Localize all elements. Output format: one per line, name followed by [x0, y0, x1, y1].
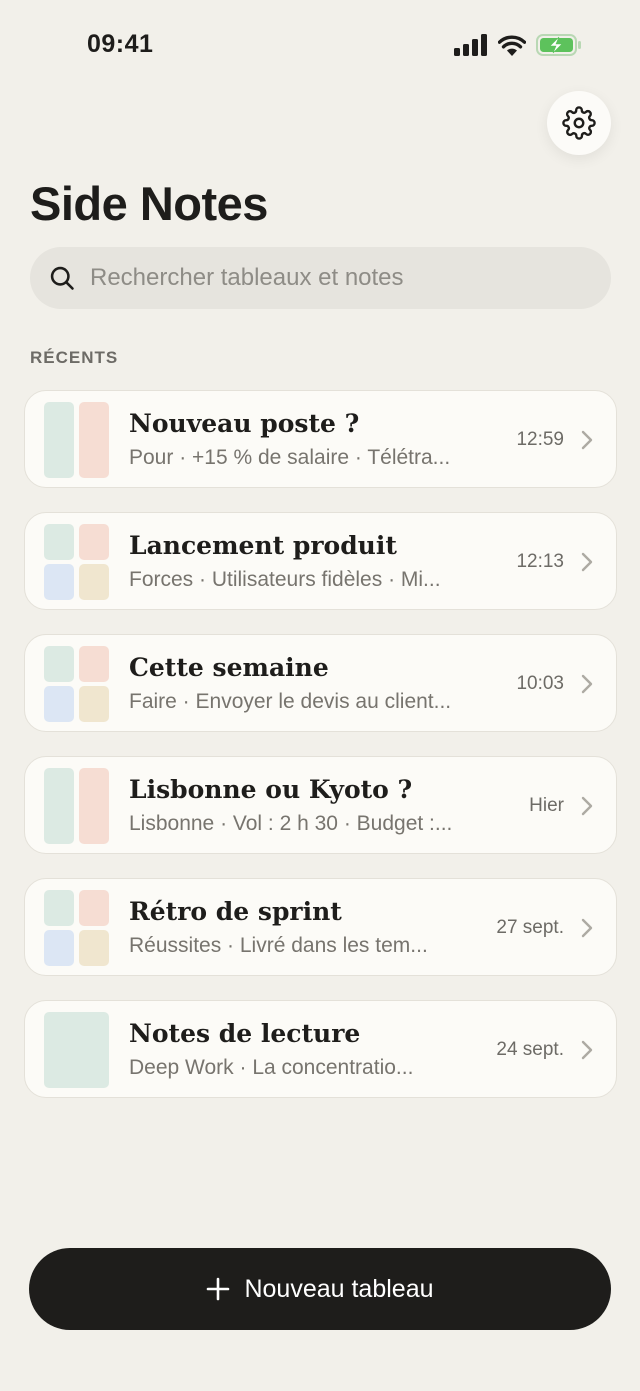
wifi-icon [498, 35, 526, 56]
board-title: Nouveau poste ? [129, 409, 360, 438]
page-title: Side Notes [30, 177, 268, 230]
chevron-right-icon [581, 796, 593, 816]
settings-button[interactable] [547, 91, 611, 155]
board-card[interactable]: Lisbonne ou Kyoto ? Lisbonne · Vol : 2 h… [24, 756, 617, 854]
chevron-right-icon [581, 674, 593, 694]
board-timestamp: 12:13 [516, 551, 564, 572]
status-icons [454, 34, 582, 56]
board-title: Notes de lecture [129, 1019, 361, 1048]
battery-charging-icon [536, 34, 581, 56]
board-card[interactable]: Cette semaine Faire · Envoyer le devis a… [24, 634, 617, 732]
board-timestamp: 12:59 [516, 429, 564, 450]
recent-boards-list: Nouveau poste ? Pour · +15 % de salaire … [24, 390, 617, 1122]
board-timestamp: 10:03 [516, 673, 564, 694]
board-preview: Pour · +15 % de salaire · Télétra... [129, 446, 451, 469]
chevron-right-icon [581, 918, 593, 938]
board-preview: Faire · Envoyer le devis au client... [129, 690, 452, 713]
board-thumbnail [44, 1012, 109, 1088]
board-title: Rétro de sprint [129, 897, 342, 926]
board-title: Lisbonne ou Kyoto ? [129, 775, 413, 804]
search-bar[interactable] [30, 247, 611, 309]
board-card[interactable]: Nouveau poste ? Pour · +15 % de salaire … [24, 390, 617, 488]
board-card[interactable]: Rétro de sprint Réussites · Livré dans l… [24, 878, 617, 976]
signal-icon [454, 34, 487, 56]
board-timestamp: Hier [529, 795, 564, 816]
chevron-right-icon [581, 1040, 593, 1060]
board-preview: Forces · Utilisateurs fidèles · Mi... [129, 568, 441, 591]
chevron-right-icon [581, 552, 593, 572]
board-thumbnail [44, 768, 109, 844]
search-input[interactable] [90, 264, 570, 292]
board-thumbnail [44, 524, 109, 600]
board-timestamp: 24 sept. [496, 1039, 564, 1060]
status-time: 09:41 [87, 30, 154, 58]
board-card[interactable]: Notes de lecture Deep Work · La concentr… [24, 1000, 617, 1098]
search-icon [50, 266, 74, 290]
new-board-label: Nouveau tableau [244, 1274, 434, 1303]
board-timestamp: 27 sept. [496, 917, 564, 938]
board-title: Cette semaine [129, 653, 329, 682]
new-board-button[interactable]: Nouveau tableau [29, 1248, 611, 1330]
plus-icon [207, 1277, 230, 1301]
section-label-recents: RÉCENTS [30, 348, 119, 367]
board-preview: Deep Work · La concentratio... [129, 1056, 414, 1079]
board-preview: Réussites · Livré dans les tem... [129, 934, 428, 957]
board-card[interactable]: Lancement produit Forces · Utilisateurs … [24, 512, 617, 610]
board-thumbnail [44, 890, 109, 966]
board-title: Lancement produit [129, 531, 397, 560]
board-preview: Lisbonne · Vol : 2 h 30 · Budget :... [129, 812, 453, 835]
board-thumbnail [44, 402, 109, 478]
home-screen: 09:41 Side Notes Rechercher tableaux et … [0, 0, 640, 1391]
gear-icon [562, 106, 596, 140]
board-thumbnail [44, 646, 109, 722]
chevron-right-icon [581, 430, 593, 450]
